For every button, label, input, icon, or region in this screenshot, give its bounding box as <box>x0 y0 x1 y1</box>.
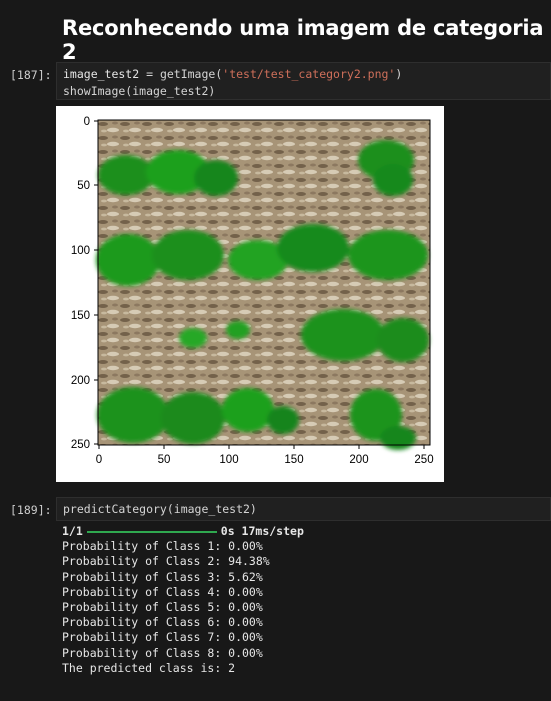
x-tick-label: 100 <box>219 454 238 466</box>
x-tick-label: 0 <box>96 454 102 466</box>
y-tick-label: 100 <box>71 245 90 257</box>
code-line: predictCategory(image_test2) <box>63 502 257 516</box>
x-tick-label: 200 <box>349 454 368 466</box>
output-line: Probability of Class 6: 0.00% <box>62 615 263 630</box>
progress-bar <box>86 530 217 533</box>
code-line-1: image_test2 = getImage('test/test_catego… <box>63 66 544 83</box>
progress-step: 1/1 <box>62 524 83 538</box>
matplotlib-figure: 0 50 100 150 200 250 0 50 100 150 200 25… <box>71 116 434 466</box>
code-call: = getImage( <box>139 67 223 81</box>
cell-prompt-189: [189]: <box>10 503 52 517</box>
cell-prompt-187: [187]: <box>10 68 52 82</box>
y-axis: 0 50 100 150 200 250 <box>71 116 98 451</box>
output-line: Probability of Class 7: 0.00% <box>62 630 263 645</box>
x-tick-label: 250 <box>414 454 433 466</box>
output-line: Probability of Class 4: 0.00% <box>62 584 263 599</box>
y-tick-label: 0 <box>84 116 90 128</box>
code-variable: image_test2 <box>63 67 140 81</box>
x-tick-label: 150 <box>284 454 303 466</box>
output-line: Probability of Class 5: 0.00% <box>62 600 263 615</box>
output-line: Probability of Class 8: 0.00% <box>62 645 263 660</box>
y-tick-label: 50 <box>77 180 90 192</box>
section-heading: Reconhecendo uma imagem de categoria 2 <box>62 16 544 64</box>
progress-line: 1/1 0s 17ms/step <box>62 524 304 539</box>
code-cell-getimage[interactable]: image_test2 = getImage('test/test_catego… <box>56 62 551 100</box>
y-tick-label: 150 <box>71 310 90 322</box>
code-close: ) <box>395 67 403 81</box>
image-axes: 0 50 100 150 200 250 0 50 100 150 200 25… <box>71 116 434 466</box>
output-line: Probability of Class 2: 94.38% <box>62 554 270 569</box>
output-line: Probability of Class 1: 0.00% <box>62 539 263 554</box>
code-string: 'test/test_category2.png' <box>222 67 396 81</box>
code-line-2: showImage(image_test2) <box>63 84 216 98</box>
image-plot-output: 0 50 100 150 200 250 0 50 100 150 200 25… <box>56 106 444 482</box>
cell-output: 1/1 0s 17ms/step Probability of Class 1: … <box>62 524 304 676</box>
x-axis: 0 50 100 150 200 250 <box>96 445 434 466</box>
y-tick-label: 200 <box>71 375 90 387</box>
code-cell-predict[interactable]: predictCategory(image_test2) <box>56 497 551 521</box>
progress-timing: 0s 17ms/step <box>220 524 304 538</box>
y-tick-label: 250 <box>71 439 90 451</box>
output-line: The predicted class is: 2 <box>62 660 236 675</box>
x-tick-label: 50 <box>158 454 171 466</box>
output-line: Probability of Class 3: 5.62% <box>62 569 263 584</box>
